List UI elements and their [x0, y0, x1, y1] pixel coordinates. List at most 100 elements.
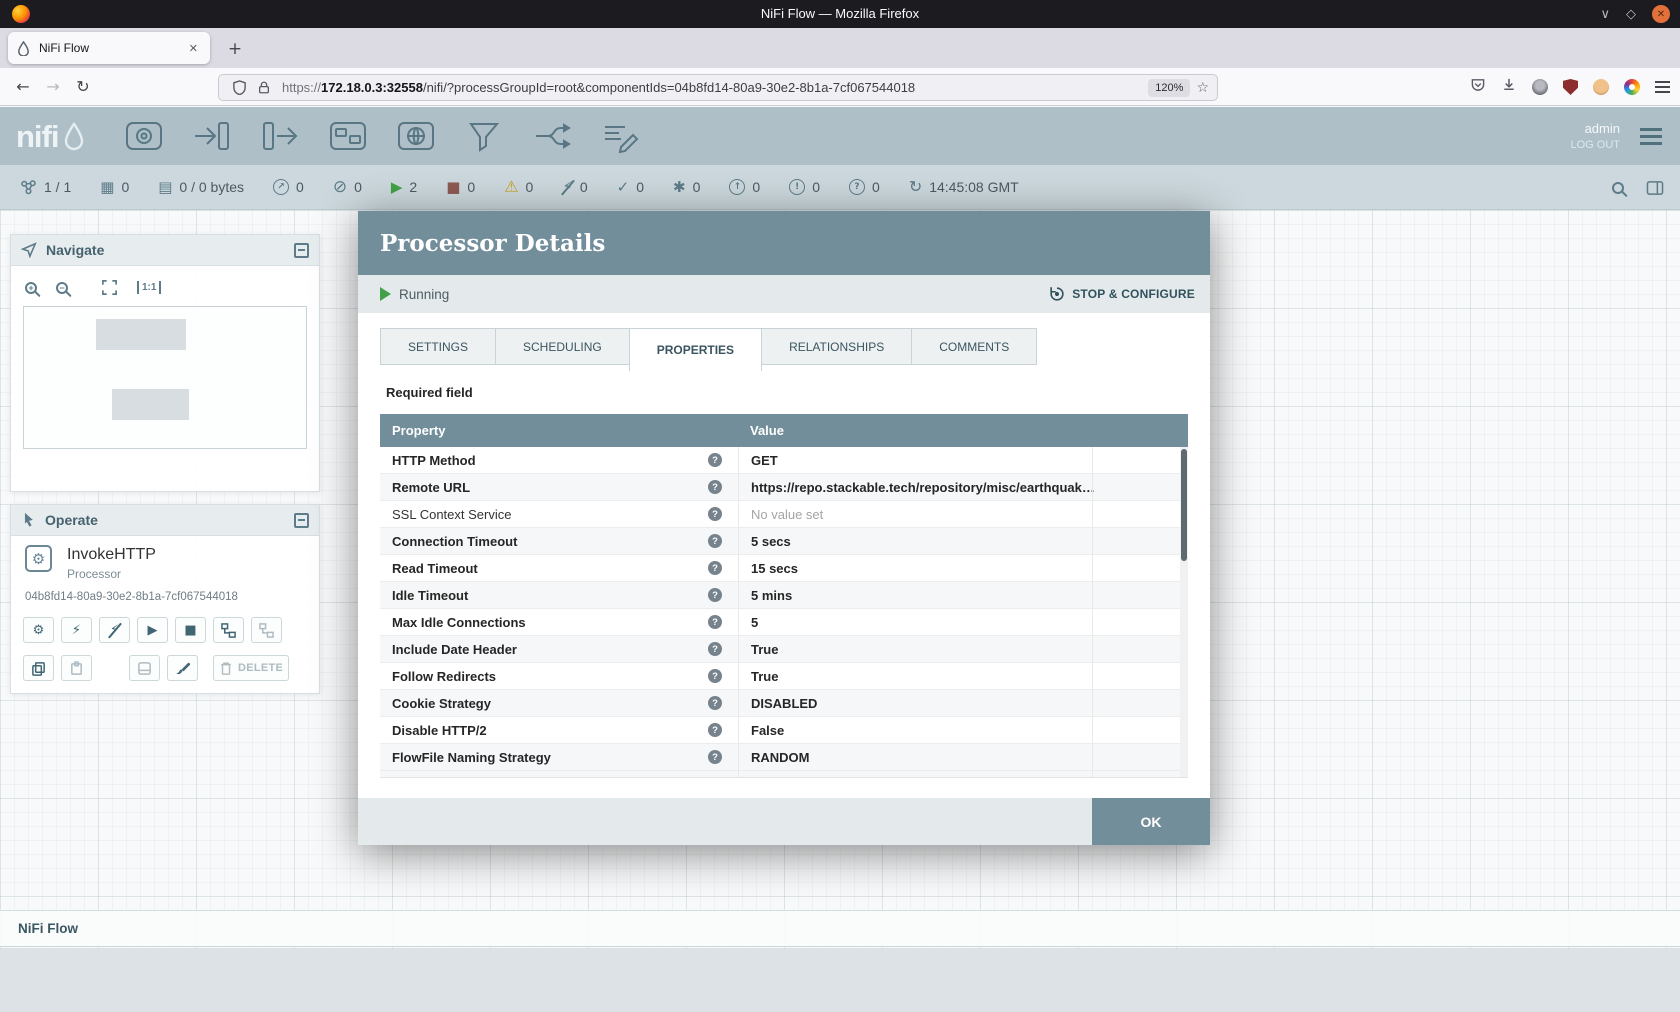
fill-color-icon[interactable]	[129, 655, 160, 681]
tab-settings[interactable]: SETTINGS	[380, 328, 496, 365]
table-scrollbar-thumb[interactable]	[1181, 449, 1187, 561]
ok-button[interactable]: OK	[1092, 798, 1210, 845]
account-extension-icon[interactable]	[1532, 79, 1548, 95]
paste-icon[interactable]	[61, 655, 92, 681]
new-tab-button[interactable]: +	[222, 36, 248, 62]
back-button[interactable]: ←	[8, 73, 38, 101]
value-cell: DISABLED	[738, 690, 1092, 716]
disable-button[interactable]: ⚡	[99, 617, 130, 643]
property-cell: Idle Timeout ?	[380, 582, 738, 608]
refresh-icon[interactable]: ↻	[909, 179, 922, 195]
status-active-threads: ▦ 0	[100, 179, 129, 195]
search-icon[interactable]	[1612, 182, 1624, 194]
help-icon[interactable]: ?	[708, 615, 722, 629]
browser-menu-icon[interactable]	[1655, 81, 1670, 93]
help-icon[interactable]: ?	[708, 723, 722, 737]
properties-table-header: Property Value	[380, 414, 1188, 447]
lock-icon[interactable]	[257, 80, 271, 95]
version-control-disabled-icon[interactable]	[251, 617, 282, 643]
minimize-button[interactable]: ∨	[1600, 7, 1610, 22]
property-cell: Cookie Strategy ?	[380, 690, 738, 716]
tab-relationships[interactable]: RELATIONSHIPS	[761, 328, 912, 365]
property-value: 5 secs	[751, 534, 791, 549]
property-cell: Follow Redirects ?	[380, 663, 738, 689]
component-toolbar	[123, 115, 641, 157]
help-icon[interactable]: ?	[708, 453, 722, 467]
zoom-in-icon[interactable]: +	[25, 282, 37, 294]
navigate-tools: + − 1:1	[11, 266, 319, 306]
url-bar[interactable]: https://172.18.0.3:32558/nifi/?processGr…	[218, 74, 1218, 101]
start-button[interactable]: ▶	[137, 617, 168, 643]
maximize-button[interactable]: ◇	[1626, 7, 1636, 22]
help-icon[interactable]: ?	[708, 669, 722, 683]
zoom-fit-icon[interactable]	[101, 279, 118, 296]
breadcrumb-root[interactable]: NiFi Flow	[18, 921, 78, 936]
window-title: NiFi Flow — Mozilla Firefox	[0, 0, 1680, 28]
label-component-icon[interactable]	[599, 115, 641, 157]
tab-properties[interactable]: PROPERTIES	[629, 328, 762, 371]
status-queued: ▤ 0 / 0 bytes	[158, 179, 244, 195]
ublock-shield-icon[interactable]	[1563, 79, 1578, 95]
process-group-component-icon[interactable]	[327, 115, 369, 157]
help-icon[interactable]: ?	[708, 480, 722, 494]
stop-button[interactable]: ■	[175, 617, 206, 643]
bookmark-star-icon[interactable]: ☆	[1196, 80, 1209, 96]
table-row: Cookie Strategy ? DISABLED	[380, 690, 1188, 717]
tab-favicon-drop-icon	[16, 41, 31, 56]
property-value: 15 secs	[751, 561, 798, 576]
zoom-out-icon[interactable]: −	[56, 282, 68, 294]
template-component-icon[interactable]	[531, 115, 573, 157]
table-row-partial	[380, 771, 1188, 778]
tab-scheduling[interactable]: SCHEDULING	[495, 328, 630, 365]
help-icon[interactable]: ?	[708, 534, 722, 548]
global-menu-icon[interactable]	[1640, 128, 1662, 145]
queued-count: 0 / 0 bytes	[179, 179, 244, 195]
extra-cell	[1092, 501, 1188, 527]
running-status-icon	[380, 287, 391, 301]
funnel-component-icon[interactable]	[463, 115, 505, 157]
help-icon[interactable]: ?	[708, 507, 722, 521]
help-icon[interactable]	[708, 777, 722, 778]
help-icon[interactable]: ?	[708, 588, 722, 602]
property-cell: FlowFile Naming Strategy ?	[380, 744, 738, 770]
downloads-icon[interactable]	[1501, 77, 1517, 97]
status-stale: ↑ 0	[729, 179, 760, 195]
pocket-icon[interactable]	[1470, 77, 1486, 97]
tab-comments[interactable]: COMMENTS	[911, 328, 1037, 365]
remote-process-group-component-icon[interactable]	[395, 115, 437, 157]
input-port-component-icon[interactable]	[191, 115, 233, 157]
navigate-collapse-button[interactable]	[294, 243, 309, 258]
queued-icon: ▤	[158, 180, 172, 195]
operate-buttons-row-2: DELETE	[23, 655, 289, 681]
copy-icon[interactable]	[23, 655, 54, 681]
help-icon[interactable]: ?	[708, 642, 722, 656]
operate-collapse-button[interactable]	[294, 513, 309, 528]
browser-tab[interactable]: NiFi Flow ✕	[8, 32, 210, 64]
help-icon[interactable]: ?	[708, 561, 722, 575]
help-icon[interactable]: ?	[708, 696, 722, 710]
operate-panel-title: Operate	[45, 512, 294, 528]
processor-component-icon[interactable]	[123, 115, 165, 157]
property-name: Remote URL	[392, 480, 708, 495]
tracking-shield-icon[interactable]	[232, 80, 247, 95]
panel-toggle-icon[interactable]	[1646, 180, 1664, 196]
output-port-component-icon[interactable]	[259, 115, 301, 157]
avatar-extension-icon[interactable]	[1593, 79, 1609, 95]
stop-and-configure-button[interactable]: STOP & CONFIGURE	[1048, 285, 1195, 303]
version-control-icon[interactable]	[213, 617, 244, 643]
logout-link[interactable]: LOG OUT	[1570, 139, 1620, 151]
reload-button[interactable]: ↻	[68, 73, 98, 101]
close-button[interactable]: ✕	[1652, 5, 1670, 23]
tab-close-icon[interactable]: ✕	[185, 40, 202, 57]
help-icon[interactable]: ?	[708, 750, 722, 764]
change-color-brush-icon[interactable]	[167, 655, 198, 681]
delete-button[interactable]: DELETE	[213, 655, 289, 681]
status-sync-failure: ? 0	[849, 179, 880, 195]
forward-button[interactable]: →	[38, 73, 68, 101]
zoom-actual-size-icon[interactable]: 1:1	[137, 281, 161, 294]
zoom-level-badge[interactable]: 120%	[1148, 79, 1190, 97]
pinwheel-extension-icon[interactable]	[1624, 79, 1640, 95]
birdseye-minimap[interactable]	[23, 306, 307, 449]
configure-button[interactable]: ⚙	[23, 617, 54, 643]
enable-button[interactable]: ⚡	[61, 617, 92, 643]
